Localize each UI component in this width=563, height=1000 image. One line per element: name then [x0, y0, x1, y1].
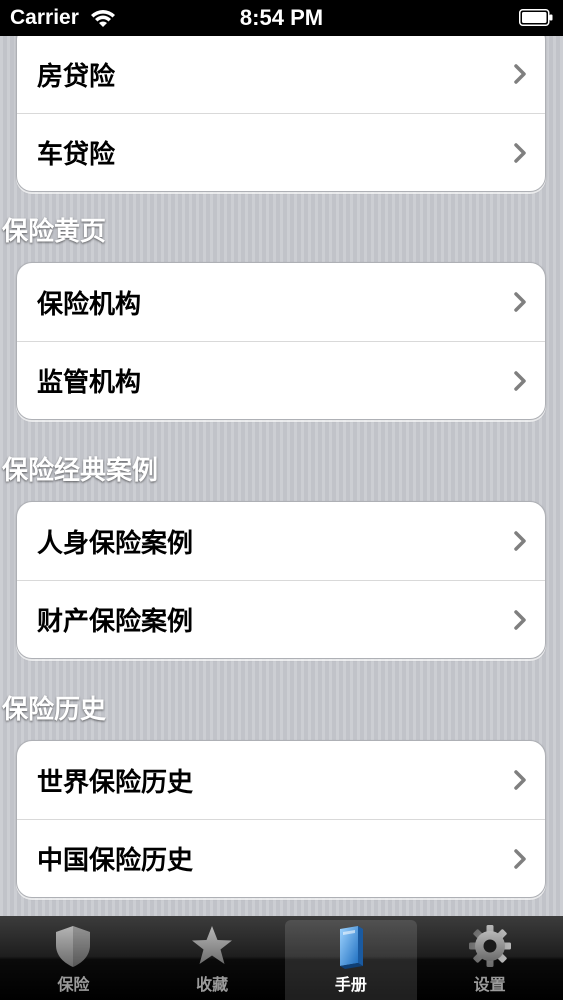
section-header-classic-cases: 保险经典案例 — [2, 456, 159, 486]
tab-handbook[interactable]: 手册 — [284, 920, 418, 1000]
list-item-china-insurance-history[interactable]: 中国保险历史 — [17, 819, 545, 897]
list-item-label: 中国保险历史 — [37, 846, 194, 876]
battery-icon — [519, 9, 553, 26]
list-item-label: 世界保险历史 — [37, 767, 194, 798]
list-item-regulatory-agencies[interactable]: 监管机构 — [17, 341, 545, 419]
section-classic-cases-group: 人身保险案例 财产保险案例 — [16, 501, 546, 659]
tab-favorites[interactable]: 收藏 — [146, 920, 279, 1000]
list-item-world-insurance-history[interactable]: 世界保险历史 — [17, 741, 545, 819]
list-item-label: 保险机构 — [37, 289, 142, 320]
wifi-icon — [90, 10, 115, 27]
list-item-insurance-institutions[interactable]: 保险机构 — [17, 263, 545, 341]
list-item-label: 人身保险案例 — [37, 528, 194, 559]
list-item-life-insurance-cases[interactable]: 人身保险案例 — [17, 502, 545, 580]
grouped-table-view[interactable]: 房贷险 车贷险 保险黄页 保险机构 监管机构 保险经典案例 人身保险案例 财产保… — [0, 36, 563, 916]
chevron-right-icon — [514, 370, 526, 391]
tab-settings[interactable]: 设置 — [423, 920, 556, 1000]
list-item-label: 房贷险 — [37, 61, 116, 92]
shield-icon — [56, 926, 91, 967]
section-header-insurance-history: 保险历史 — [2, 695, 107, 725]
chevron-right-icon — [514, 531, 526, 551]
status-bar: Carrier 8:54 PM — [0, 0, 563, 36]
list-item-label: 财产保险案例 — [37, 607, 194, 637]
tab-insurance[interactable]: 保险 — [7, 920, 140, 1000]
section-header-yellow-pages: 保险黄页 — [2, 217, 107, 247]
chevron-right-icon — [514, 609, 526, 630]
chevron-right-icon — [514, 848, 526, 869]
list-item-label: 监管机构 — [37, 368, 142, 398]
section-yellow-pages-group: 保险机构 监管机构 — [16, 262, 546, 420]
tab-label: 保险 — [57, 975, 90, 994]
list-item-mortgage-insurance[interactable]: 房贷险 — [17, 36, 545, 113]
chevron-right-icon — [514, 770, 526, 790]
carrier-name: Carrier — [10, 6, 79, 29]
book-icon — [339, 926, 363, 969]
list-item-label: 车贷险 — [37, 140, 116, 170]
tab-label: 设置 — [473, 975, 506, 994]
tab-label: 收藏 — [196, 975, 229, 994]
section-insurance-history-group: 世界保险历史 中国保险历史 — [16, 740, 546, 898]
chevron-right-icon — [514, 64, 526, 84]
section-loan-insurance-group: 房贷险 车贷险 — [16, 36, 546, 192]
gear-icon — [468, 925, 511, 967]
status-time: 8:54 PM — [239, 5, 324, 30]
chevron-right-icon — [514, 292, 526, 312]
chevron-right-icon — [514, 142, 526, 163]
tab-bar: 保险 收藏 手册 设置 — [0, 916, 563, 1000]
tab-label: 手册 — [334, 975, 367, 994]
star-icon — [192, 926, 233, 964]
list-item-property-insurance-cases[interactable]: 财产保险案例 — [17, 580, 545, 658]
list-item-car-loan-insurance[interactable]: 车贷险 — [17, 113, 545, 191]
